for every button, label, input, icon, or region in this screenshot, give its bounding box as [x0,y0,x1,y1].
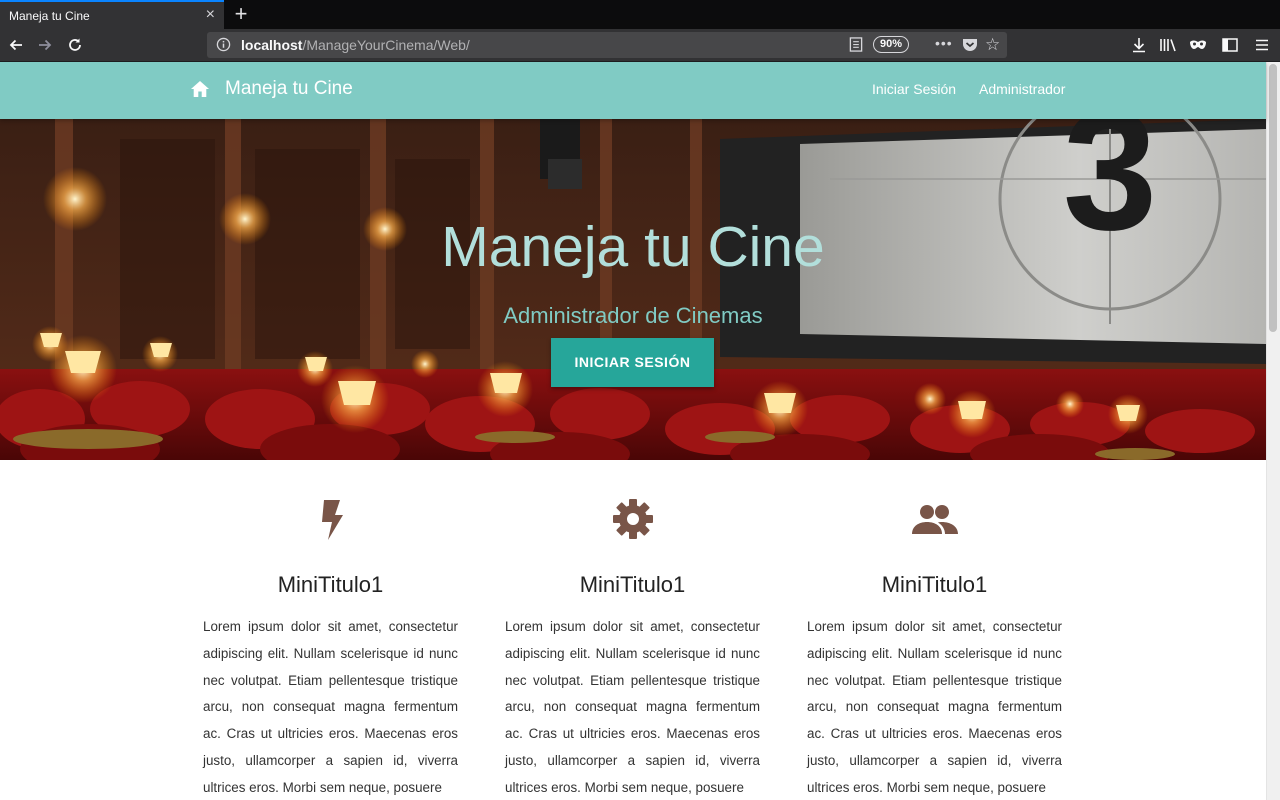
hero-banner: 3 Maneja tu Cine Administrador de Cinema… [0,119,1266,460]
reload-icon [69,38,81,51]
bolt-icon [203,498,458,544]
login-button[interactable]: INICIAR SESIÓN [551,338,714,387]
nav-link-login[interactable]: Iniciar Sesión [872,81,956,97]
private-mask-icon[interactable] [1188,35,1208,55]
nav-link-admin[interactable]: Administrador [979,81,1065,97]
browser-tab[interactable]: Maneja tu Cine × [0,0,224,29]
feature-text: Lorem ipsum dolor sit amet, consectetur … [807,619,1062,795]
scrollbar-thumb[interactable] [1269,64,1277,332]
tab-title: Maneja tu Cine [9,9,90,23]
site-navbar: Maneja tu Cine Iniciar Sesión Administra… [0,62,1266,119]
url-path: /ManageYourCinema/Web/ [302,37,470,53]
sidebar-icon[interactable] [1220,35,1240,55]
features-section: MiniTitulo1 Lorem ipsum dolor sit amet, … [0,460,1266,800]
new-tab-button[interactable]: + [230,2,252,26]
hero-title: Maneja tu Cine [441,215,825,279]
feature-text: Lorem ipsum dolor sit amet, consectetur … [505,619,760,795]
page-scrollbar[interactable] [1266,62,1280,800]
url-bar[interactable]: localhost/ManageYourCinema/Web/ 90% ••• … [207,32,1007,58]
downloads-icon[interactable] [1129,35,1149,55]
feature-title: MiniTitulo1 [881,572,988,597]
page-viewport: Maneja tu Cine Iniciar Sesión Administra… [0,62,1280,800]
gear-icon [505,498,760,544]
info-icon[interactable] [216,37,231,57]
forward-button[interactable] [33,33,57,57]
url-host: localhost [241,37,303,53]
back-button[interactable] [4,33,28,57]
reload-button[interactable] [63,33,87,57]
pocket-icon[interactable] [962,37,978,57]
library-icon[interactable] [1158,35,1178,55]
hero-subtitle: Administrador de Cinemas [503,303,763,328]
group-icon [807,498,1062,544]
feature-title: MiniTitulo1 [277,572,384,597]
feature-title: MiniTitulo1 [579,572,686,597]
tab-close-icon[interactable]: × [206,6,215,24]
back-arrow-icon [9,39,22,51]
reader-view-icon[interactable] [849,37,863,57]
hamburger-menu-icon[interactable] [1252,35,1272,55]
cinema-background-image: 3 [0,119,1266,460]
brand-logo-text[interactable]: Maneja tu Cine [225,78,353,100]
browser-toolbar: localhost/ManageYourCinema/Web/ 90% ••• … [0,29,1280,62]
browser-tab-strip: Maneja tu Cine × + [0,0,1280,29]
feature-text: Lorem ipsum dolor sit amet, consectetur … [203,619,458,795]
bookmark-star-icon[interactable]: ☆ [985,35,1000,55]
page-actions-icon[interactable]: ••• [935,35,953,51]
forward-arrow-icon [39,39,52,51]
zoom-level-badge[interactable]: 90% [873,36,910,53]
url-text[interactable]: localhost/ManageYourCinema/Web/ [241,37,470,53]
home-icon[interactable] [190,80,210,103]
